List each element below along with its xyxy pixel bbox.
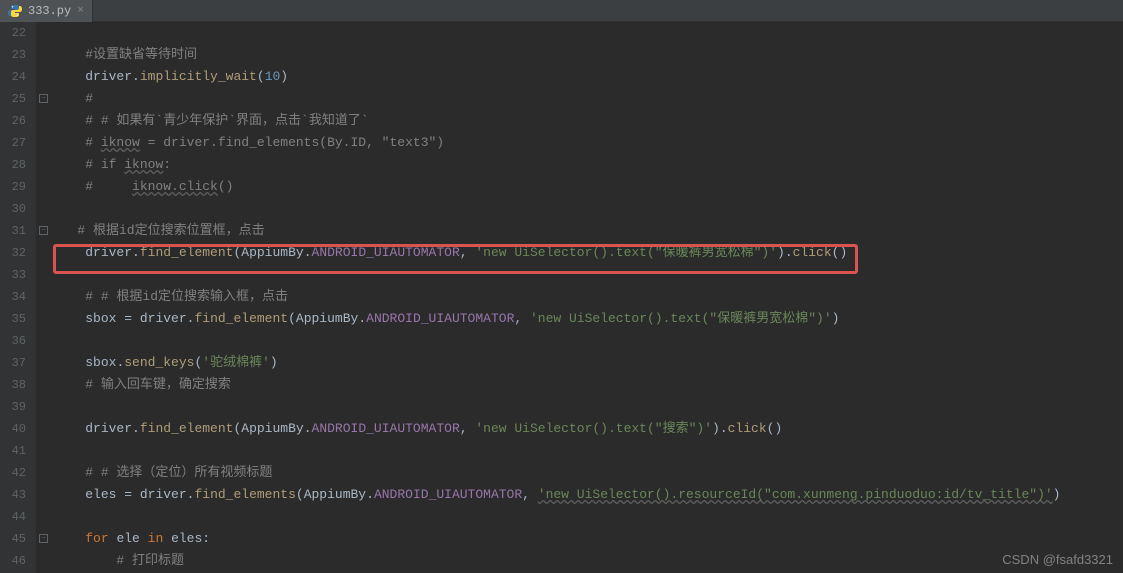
line-number: 41 [4,440,26,462]
line-number: 27 [4,132,26,154]
code-line: driver.implicitly_wait(10) [54,66,1123,88]
code-line: driver.find_element(AppiumBy.ANDROID_UIA… [54,418,1123,440]
line-number: 46 [4,550,26,572]
tab-bar: 333.py × [0,0,1123,22]
code-line: # 输入回车键，确定搜索 [54,374,1123,396]
code-line [54,264,1123,286]
line-number: 25 [4,88,26,110]
line-number: 42 [4,462,26,484]
line-number: 22 [4,22,26,44]
code-line [54,396,1123,418]
python-file-icon [8,4,22,18]
line-number: 36 [4,330,26,352]
line-number: 40 [4,418,26,440]
line-number: 26 [4,110,26,132]
line-number: 43 [4,484,26,506]
close-icon[interactable]: × [77,5,84,17]
fold-column: − − − [39,22,49,573]
code-line: # iknow.click() [54,176,1123,198]
line-number: 44 [4,506,26,528]
code-line: # if iknow: [54,154,1123,176]
code-line: # # 选择（定位）所有视频标题 [54,462,1123,484]
fold-marker-icon[interactable]: − [39,94,48,103]
code-line: #设置缺省等待时间 [54,44,1123,66]
line-number: 32 [4,242,26,264]
fold-marker-icon[interactable]: − [39,534,48,543]
code-line: for ele in eles: [54,528,1123,550]
line-number: 31 [4,220,26,242]
line-number: 29 [4,176,26,198]
code-area[interactable]: − − − #设置缺省等待时间 driver.implicitly_wait(1… [36,22,1123,573]
code-line [54,506,1123,528]
code-line: # # 根据id定位搜索输入框，点击 [54,286,1123,308]
code-line: # # 如果有`青少年保护`界面，点击`我知道了` [54,110,1123,132]
code-line: sbox = driver.find_element(AppiumBy.ANDR… [54,308,1123,330]
line-number: 37 [4,352,26,374]
code-line: eles = driver.find_elements(AppiumBy.AND… [54,484,1123,506]
watermark: CSDN @fsafd3321 [1002,552,1113,567]
code-line: sbox.send_keys('驼绒棉裤') [54,352,1123,374]
code-line [54,198,1123,220]
line-number: 30 [4,198,26,220]
line-number-gutter: 2223242526272829303132333435363738394041… [0,22,36,573]
line-number: 23 [4,44,26,66]
code-line [54,440,1123,462]
line-number: 24 [4,66,26,88]
line-number: 35 [4,308,26,330]
code-line: # [54,88,1123,110]
code-editor[interactable]: 2223242526272829303132333435363738394041… [0,22,1123,573]
fold-marker-icon[interactable]: − [39,226,48,235]
line-number: 38 [4,374,26,396]
line-number: 28 [4,154,26,176]
code-line: driver.find_element(AppiumBy.ANDROID_UIA… [54,242,1123,264]
line-number: 33 [4,264,26,286]
code-line: # 根据id定位搜索位置框，点击 [54,220,1123,242]
line-number: 39 [4,396,26,418]
line-number: 34 [4,286,26,308]
line-number: 45 [4,528,26,550]
code-line [54,22,1123,44]
code-line [54,330,1123,352]
file-tab[interactable]: 333.py × [0,0,93,22]
code-line: # iknow = driver.find_elements(By.ID, "t… [54,132,1123,154]
code-line: # 打印标题 [54,550,1123,572]
tab-filename: 333.py [28,4,71,18]
